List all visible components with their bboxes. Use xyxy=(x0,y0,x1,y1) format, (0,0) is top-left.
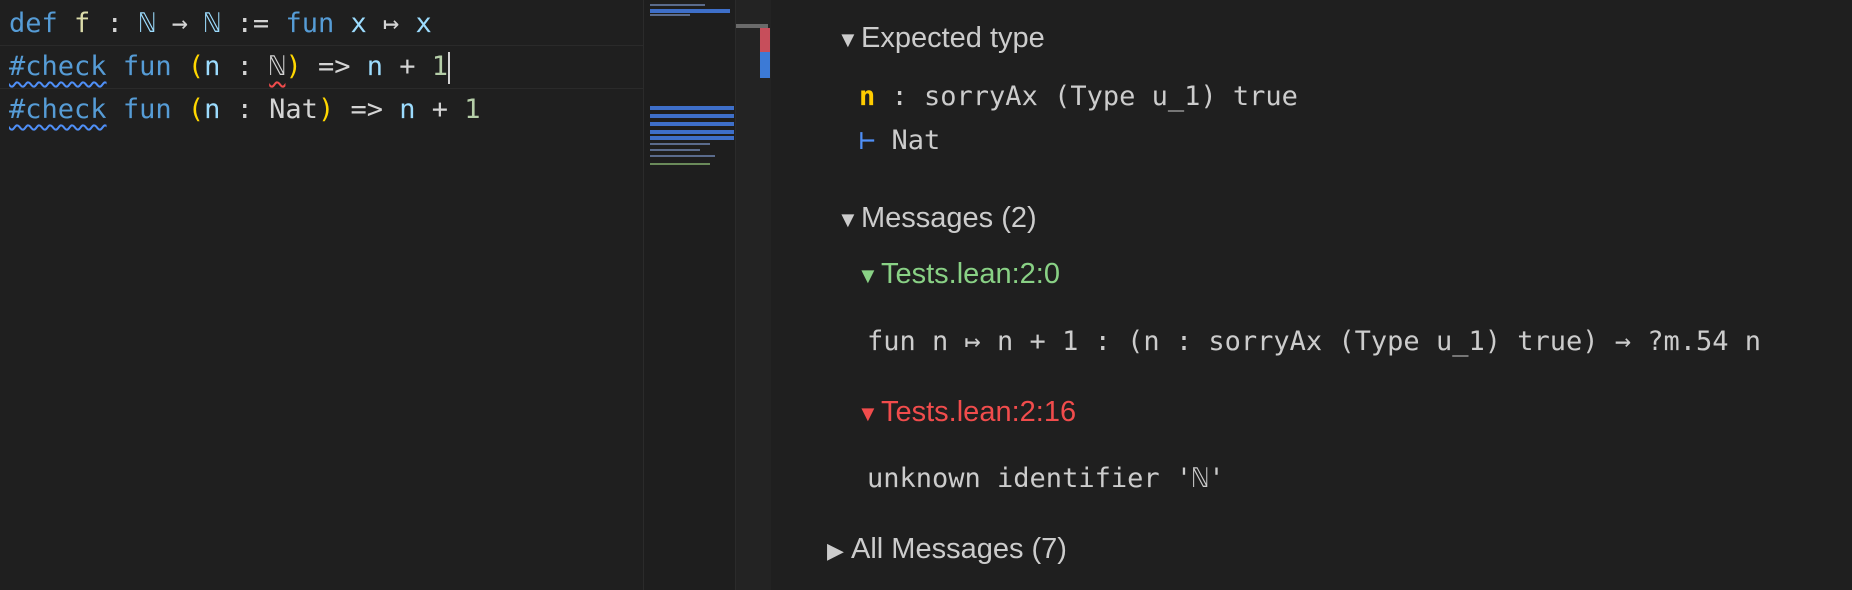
hypothesis: n : sorryAx (Type u_1) true xyxy=(859,81,1298,112)
identifier-f: f xyxy=(74,8,91,39)
minimap-selection xyxy=(650,136,734,140)
text-cursor xyxy=(448,51,451,84)
hypothesis-name[interactable]: n xyxy=(859,81,875,112)
code-line-2[interactable]: #check fun (n : ℕ) => n + 1 xyxy=(9,46,451,88)
triangle-down-icon: ▼ xyxy=(857,401,879,426)
all-messages-header[interactable]: ▶ All Messages (7) xyxy=(827,533,1067,566)
messages-header[interactable]: ▼Messages (2) xyxy=(837,202,1037,235)
minimap-selection xyxy=(650,122,734,126)
lean-infoview: ▼Expected type n : sorryAx (Type u_1) tr… xyxy=(771,0,1852,590)
minimap-line xyxy=(650,155,715,157)
minimap-selection xyxy=(650,106,734,110)
minimap-line xyxy=(650,4,705,6)
minimap-line xyxy=(650,163,710,165)
minimap-selection xyxy=(650,130,734,134)
triangle-down-icon: ▼ xyxy=(837,207,859,232)
keyword-fun: fun xyxy=(122,94,172,125)
code-editor[interactable]: def f : ℕ → ℕ := fun x ↦ x #check fun (n… xyxy=(0,0,643,590)
minimap-line xyxy=(650,143,710,145)
turnstile-icon: ⊢ xyxy=(859,125,876,156)
keyword-def: def xyxy=(9,8,58,39)
minimap-line xyxy=(650,14,690,16)
editor-scrollbar[interactable] xyxy=(735,0,773,590)
keyword-check: #check xyxy=(9,51,107,82)
triangle-right-icon: ▶ xyxy=(827,538,844,563)
error-identifier: ℕ xyxy=(269,51,286,82)
goal-type[interactable]: Nat xyxy=(875,125,941,156)
minimap-selection xyxy=(650,114,734,118)
keyword-fun: fun xyxy=(285,8,335,39)
info-marker xyxy=(760,52,770,78)
goal: ⊢ Nat xyxy=(859,125,940,156)
minimap[interactable] xyxy=(643,0,736,590)
expected-type-header[interactable]: ▼Expected type xyxy=(837,22,1045,55)
minimap-line xyxy=(650,149,700,151)
keyword-check: #check xyxy=(9,94,107,125)
code-line-1[interactable]: def f : ℕ → ℕ := fun x ↦ x xyxy=(9,3,432,45)
keyword-fun: fun xyxy=(122,51,172,82)
message-text-info: fun n ↦ n + 1 : (n : sorryAx (Type u_1) … xyxy=(867,326,1762,357)
error-marker xyxy=(760,28,770,52)
triangle-down-icon: ▼ xyxy=(837,27,859,52)
message-text-error: unknown identifier 'ℕ' xyxy=(867,463,1225,494)
minimap-selection xyxy=(650,9,730,13)
triangle-down-icon: ▼ xyxy=(857,263,879,288)
code-line-3[interactable]: #check fun (n : Nat) => n + 1 xyxy=(9,89,481,131)
hypothesis-type[interactable]: : sorryAx (Type u_1) true xyxy=(875,81,1298,112)
message-location-error[interactable]: ▼Tests.lean:2:16 xyxy=(857,396,1076,429)
message-location-info[interactable]: ▼Tests.lean:2:0 xyxy=(857,258,1060,291)
